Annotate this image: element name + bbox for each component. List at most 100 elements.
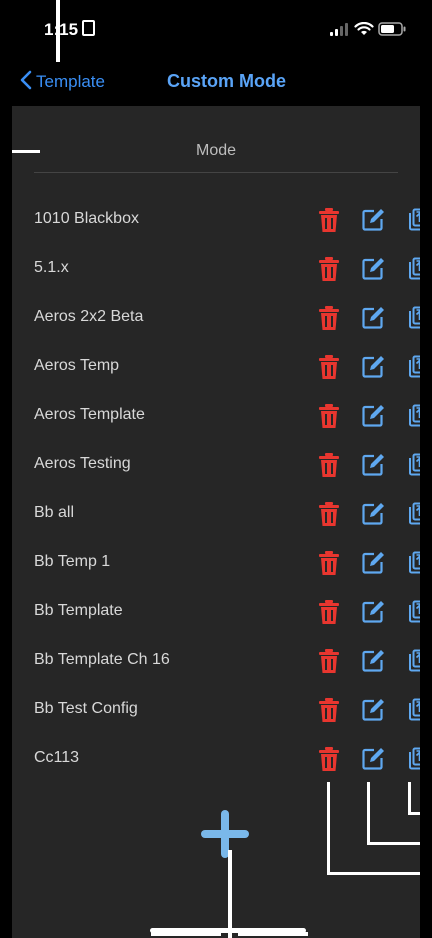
edit-icon	[362, 209, 384, 231]
list-item[interactable]: Cc113	[12, 735, 420, 784]
duplicate-button[interactable]	[405, 599, 420, 625]
trash-icon	[319, 698, 339, 722]
battery-icon	[378, 22, 406, 36]
delete-button[interactable]	[317, 550, 341, 576]
edit-button[interactable]	[361, 256, 385, 282]
delete-button[interactable]	[317, 354, 341, 380]
duplicate-button[interactable]	[405, 550, 420, 576]
annotation-line	[367, 842, 420, 845]
delete-button[interactable]	[317, 452, 341, 478]
edit-button[interactable]	[361, 403, 385, 429]
trash-icon	[319, 747, 339, 771]
mode-name: Cc113	[34, 749, 80, 766]
list-item[interactable]: Bb Test Config	[12, 686, 420, 735]
back-button[interactable]: Template	[20, 70, 105, 92]
trash-icon	[319, 649, 339, 673]
annotation-line	[367, 782, 370, 844]
list-item[interactable]: 5.1.x	[12, 245, 420, 294]
list-item[interactable]: 1010 Blackbox	[12, 196, 420, 245]
edit-button[interactable]	[361, 550, 385, 576]
wifi-icon	[353, 21, 374, 35]
duplicate-icon	[409, 355, 420, 378]
page-title: Custom Mode	[167, 71, 286, 91]
duplicate-button[interactable]	[405, 648, 420, 674]
duplicate-icon	[409, 306, 420, 329]
edit-icon	[362, 307, 384, 329]
edit-icon	[362, 748, 384, 770]
trash-icon	[319, 306, 339, 330]
trash-icon	[319, 551, 339, 575]
duplicate-button[interactable]	[405, 403, 420, 429]
list-item[interactable]: Aeros Temp	[12, 343, 420, 392]
duplicate-icon	[409, 404, 420, 427]
mode-name: Bb Template	[34, 602, 123, 619]
edit-icon	[362, 699, 384, 721]
list-item[interactable]: Bb Template	[12, 588, 420, 637]
list-item[interactable]: Bb all	[12, 490, 420, 539]
trash-icon	[319, 208, 339, 232]
edit-icon	[362, 356, 384, 378]
mode-name: Aeros Temp	[34, 357, 120, 374]
delete-button[interactable]	[317, 403, 341, 429]
annotation-line	[238, 932, 308, 936]
back-label: Template	[36, 72, 105, 91]
delete-button[interactable]	[317, 697, 341, 723]
duplicate-icon	[409, 600, 420, 623]
list-item[interactable]: Aeros Template	[12, 392, 420, 441]
delete-button[interactable]	[317, 256, 341, 282]
duplicate-button[interactable]	[405, 697, 420, 723]
duplicate-button[interactable]	[405, 452, 420, 478]
status-bar: 1:15	[12, 0, 420, 60]
edit-button[interactable]	[361, 501, 385, 527]
duplicate-icon	[409, 649, 420, 672]
edit-button[interactable]	[361, 648, 385, 674]
trash-icon	[319, 404, 339, 428]
edit-button[interactable]	[361, 305, 385, 331]
duplicate-icon	[409, 208, 420, 231]
annotation-line	[408, 782, 411, 814]
duplicate-button[interactable]	[405, 305, 420, 331]
delete-button[interactable]	[317, 305, 341, 331]
duplicate-icon	[409, 747, 420, 770]
trash-icon	[319, 257, 339, 281]
duplicate-button[interactable]	[405, 354, 420, 380]
annotation-line	[56, 0, 60, 62]
mode-name: Aeros Template	[34, 406, 145, 423]
duplicate-button[interactable]	[405, 207, 420, 233]
delete-button[interactable]	[317, 207, 341, 233]
list-item[interactable]: Aeros Testing	[12, 441, 420, 490]
list-item[interactable]: Bb Temp 1	[12, 539, 420, 588]
edit-button[interactable]	[361, 599, 385, 625]
delete-button[interactable]	[317, 501, 341, 527]
list-item[interactable]: Aeros 2x2 Beta	[12, 294, 420, 343]
status-icons	[329, 21, 406, 41]
trash-icon	[319, 600, 339, 624]
mode-name: Aeros Testing	[34, 455, 131, 472]
edit-button[interactable]	[361, 207, 385, 233]
annotation-line	[151, 932, 221, 936]
mode-name: 1010 Blackbox	[34, 210, 139, 227]
add-mode-button[interactable]	[199, 808, 251, 860]
edit-button[interactable]	[361, 697, 385, 723]
plus-icon	[201, 810, 249, 858]
duplicate-button[interactable]	[405, 746, 420, 772]
edit-button[interactable]	[361, 746, 385, 772]
delete-button[interactable]	[317, 599, 341, 625]
mode-name: Bb Temp 1	[34, 553, 111, 570]
edit-icon	[362, 601, 384, 623]
edit-button[interactable]	[361, 354, 385, 380]
trash-icon	[319, 355, 339, 379]
mode-name: 5.1.x	[34, 259, 69, 276]
sim-icon	[82, 20, 96, 36]
mode-name: Bb Test Config	[34, 700, 138, 717]
duplicate-button[interactable]	[405, 256, 420, 282]
duplicate-button[interactable]	[405, 501, 420, 527]
edit-button[interactable]	[361, 452, 385, 478]
edit-icon	[362, 454, 384, 476]
delete-button[interactable]	[317, 648, 341, 674]
duplicate-icon	[409, 551, 420, 574]
list-item[interactable]: Bb Template Ch 16	[12, 637, 420, 686]
delete-button[interactable]	[317, 746, 341, 772]
duplicate-icon	[409, 257, 420, 280]
mode-name: Bb Template Ch 16	[34, 651, 170, 668]
